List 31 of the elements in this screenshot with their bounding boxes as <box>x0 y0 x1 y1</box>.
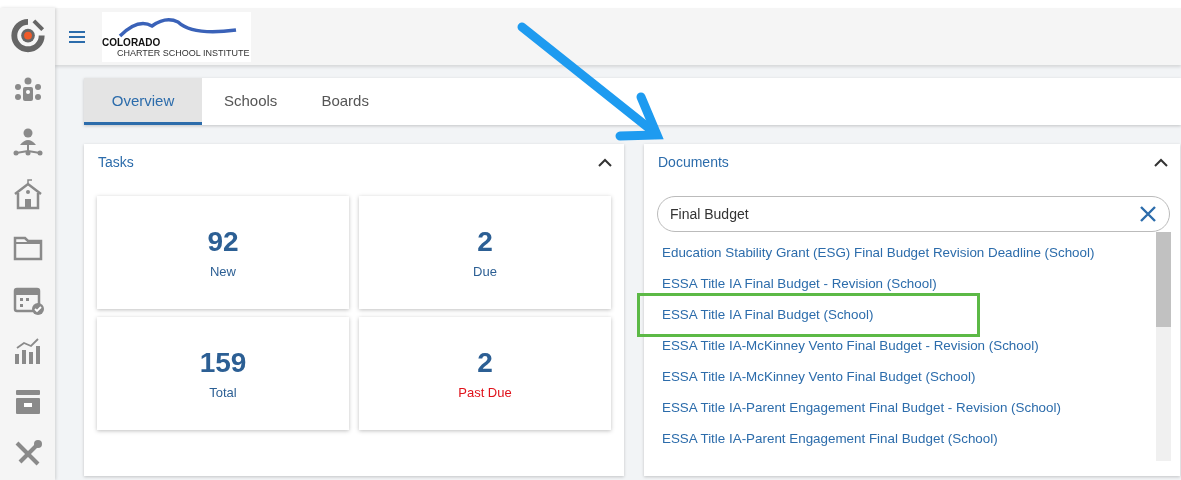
scrollbar[interactable] <box>1156 232 1171 461</box>
document-link[interactable]: ESSA Title IA-Parent Engagement Final Budget (School) <box>644 423 1156 454</box>
document-link[interactable]: Education Stability Grant (ESG) Final Budget Revision Deadline (School) <box>644 237 1156 268</box>
document-link[interactable]: ESSA Title IA Final Budget (School) <box>637 293 980 337</box>
tab[interactable]: Boards <box>299 78 391 125</box>
task-tile[interactable]: 2 Due <box>359 196 611 309</box>
logo-text: COLORADO <box>102 36 162 48</box>
tab[interactable]: Overview <box>84 78 202 125</box>
task-tile[interactable]: 92 New <box>97 196 349 309</box>
task-count: 92 <box>207 226 239 258</box>
tab[interactable]: Schools <box>202 78 300 125</box>
task-count: 159 <box>199 347 247 379</box>
task-label: Total <box>209 385 237 400</box>
task-count: 2 <box>477 226 493 258</box>
task-count: 2 <box>477 347 493 379</box>
clear-icon[interactable] <box>1140 206 1156 222</box>
task-label: Past Due <box>458 385 512 400</box>
menu-icon[interactable] <box>69 30 85 43</box>
document-link[interactable]: ESSA Title IA-Parent Engagement Final Budget - Revision (School) <box>644 392 1156 423</box>
task-tile[interactable]: 2 Past Due <box>359 317 611 430</box>
task-tile[interactable]: 159 Total <box>97 317 349 430</box>
search-field[interactable]: Final Budget <box>657 196 1170 232</box>
task-label: New <box>210 264 236 279</box>
document-link[interactable]: ESSA Title IA-McKinney Vento Final Budget (School) <box>644 361 1156 392</box>
task-label: Due <box>473 264 497 279</box>
app-logo[interactable] <box>9 18 46 54</box>
collapse-chevron-icon[interactable] <box>598 157 612 167</box>
card-title: Tasks <box>98 154 134 170</box>
card-title: Documents <box>658 154 729 170</box>
logo-subtitle: CHARTER SCHOOL INSTITUTE <box>117 47 251 58</box>
collapse-chevron-icon[interactable] <box>1154 157 1168 167</box>
